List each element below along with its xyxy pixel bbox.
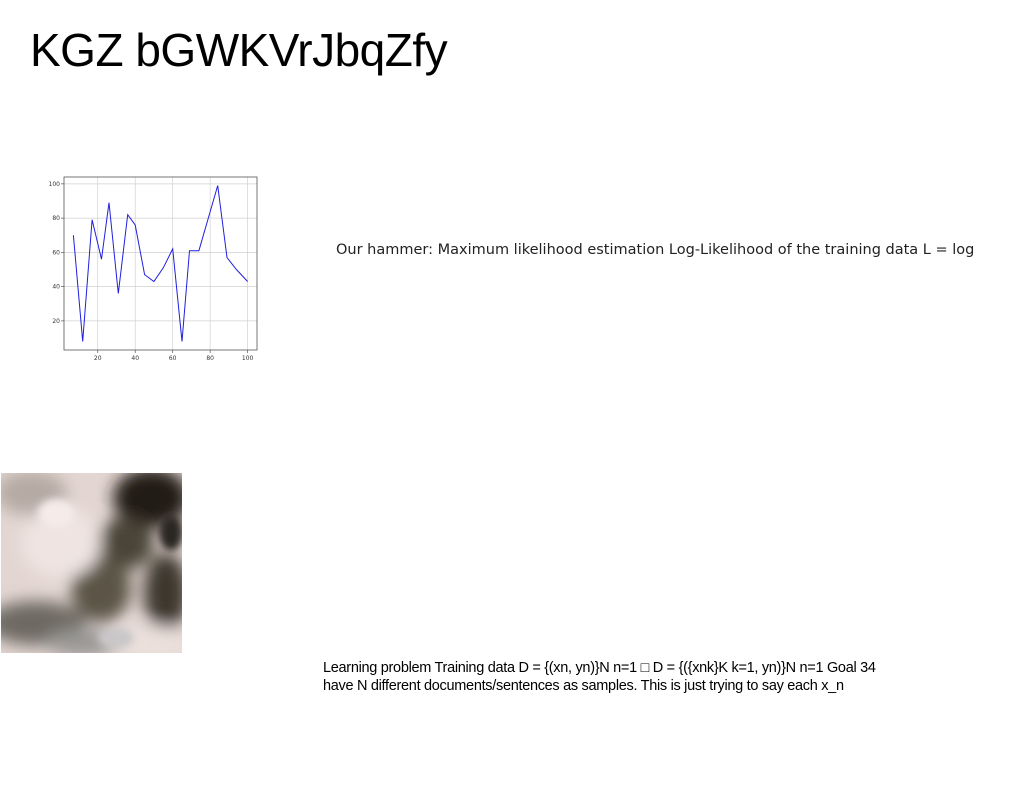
plot-frame — [63, 176, 258, 351]
y-tick-label: 40 — [52, 284, 60, 291]
y-tick-label: 20 — [52, 318, 60, 325]
text-block-likelihood: Our hammer: Maximum likelihood estimatio… — [336, 242, 975, 258]
y-tick-label: 100 — [49, 181, 61, 188]
x-tick-label: 100 — [242, 355, 254, 362]
x-tick-label: 40 — [131, 355, 139, 362]
x-tick-label: 80 — [206, 355, 214, 362]
text-block-learning-problem: Learning problem Training data D = {(xn,… — [323, 659, 1013, 695]
text-line-1: Learning problem Training data D = {(xn,… — [323, 660, 876, 676]
slide-title: KGZ bGWKVrJbqZfy — [30, 24, 448, 76]
text-line-2: have N different documents/sentences as … — [323, 678, 844, 694]
series-line — [72, 185, 248, 342]
cloud-photo — [1, 473, 182, 653]
line-chart: 20 40 60 80 100 20 40 60 80 100 — [36, 170, 266, 366]
x-tick-label: 20 — [94, 355, 102, 362]
cloud-photo-image — [1, 473, 182, 653]
line-chart-svg: 20 40 60 80 100 20 40 60 80 100 — [49, 176, 258, 362]
y-tick-label: 80 — [52, 215, 60, 222]
x-tick-label: 60 — [169, 355, 177, 362]
y-tick-label: 60 — [52, 249, 60, 256]
